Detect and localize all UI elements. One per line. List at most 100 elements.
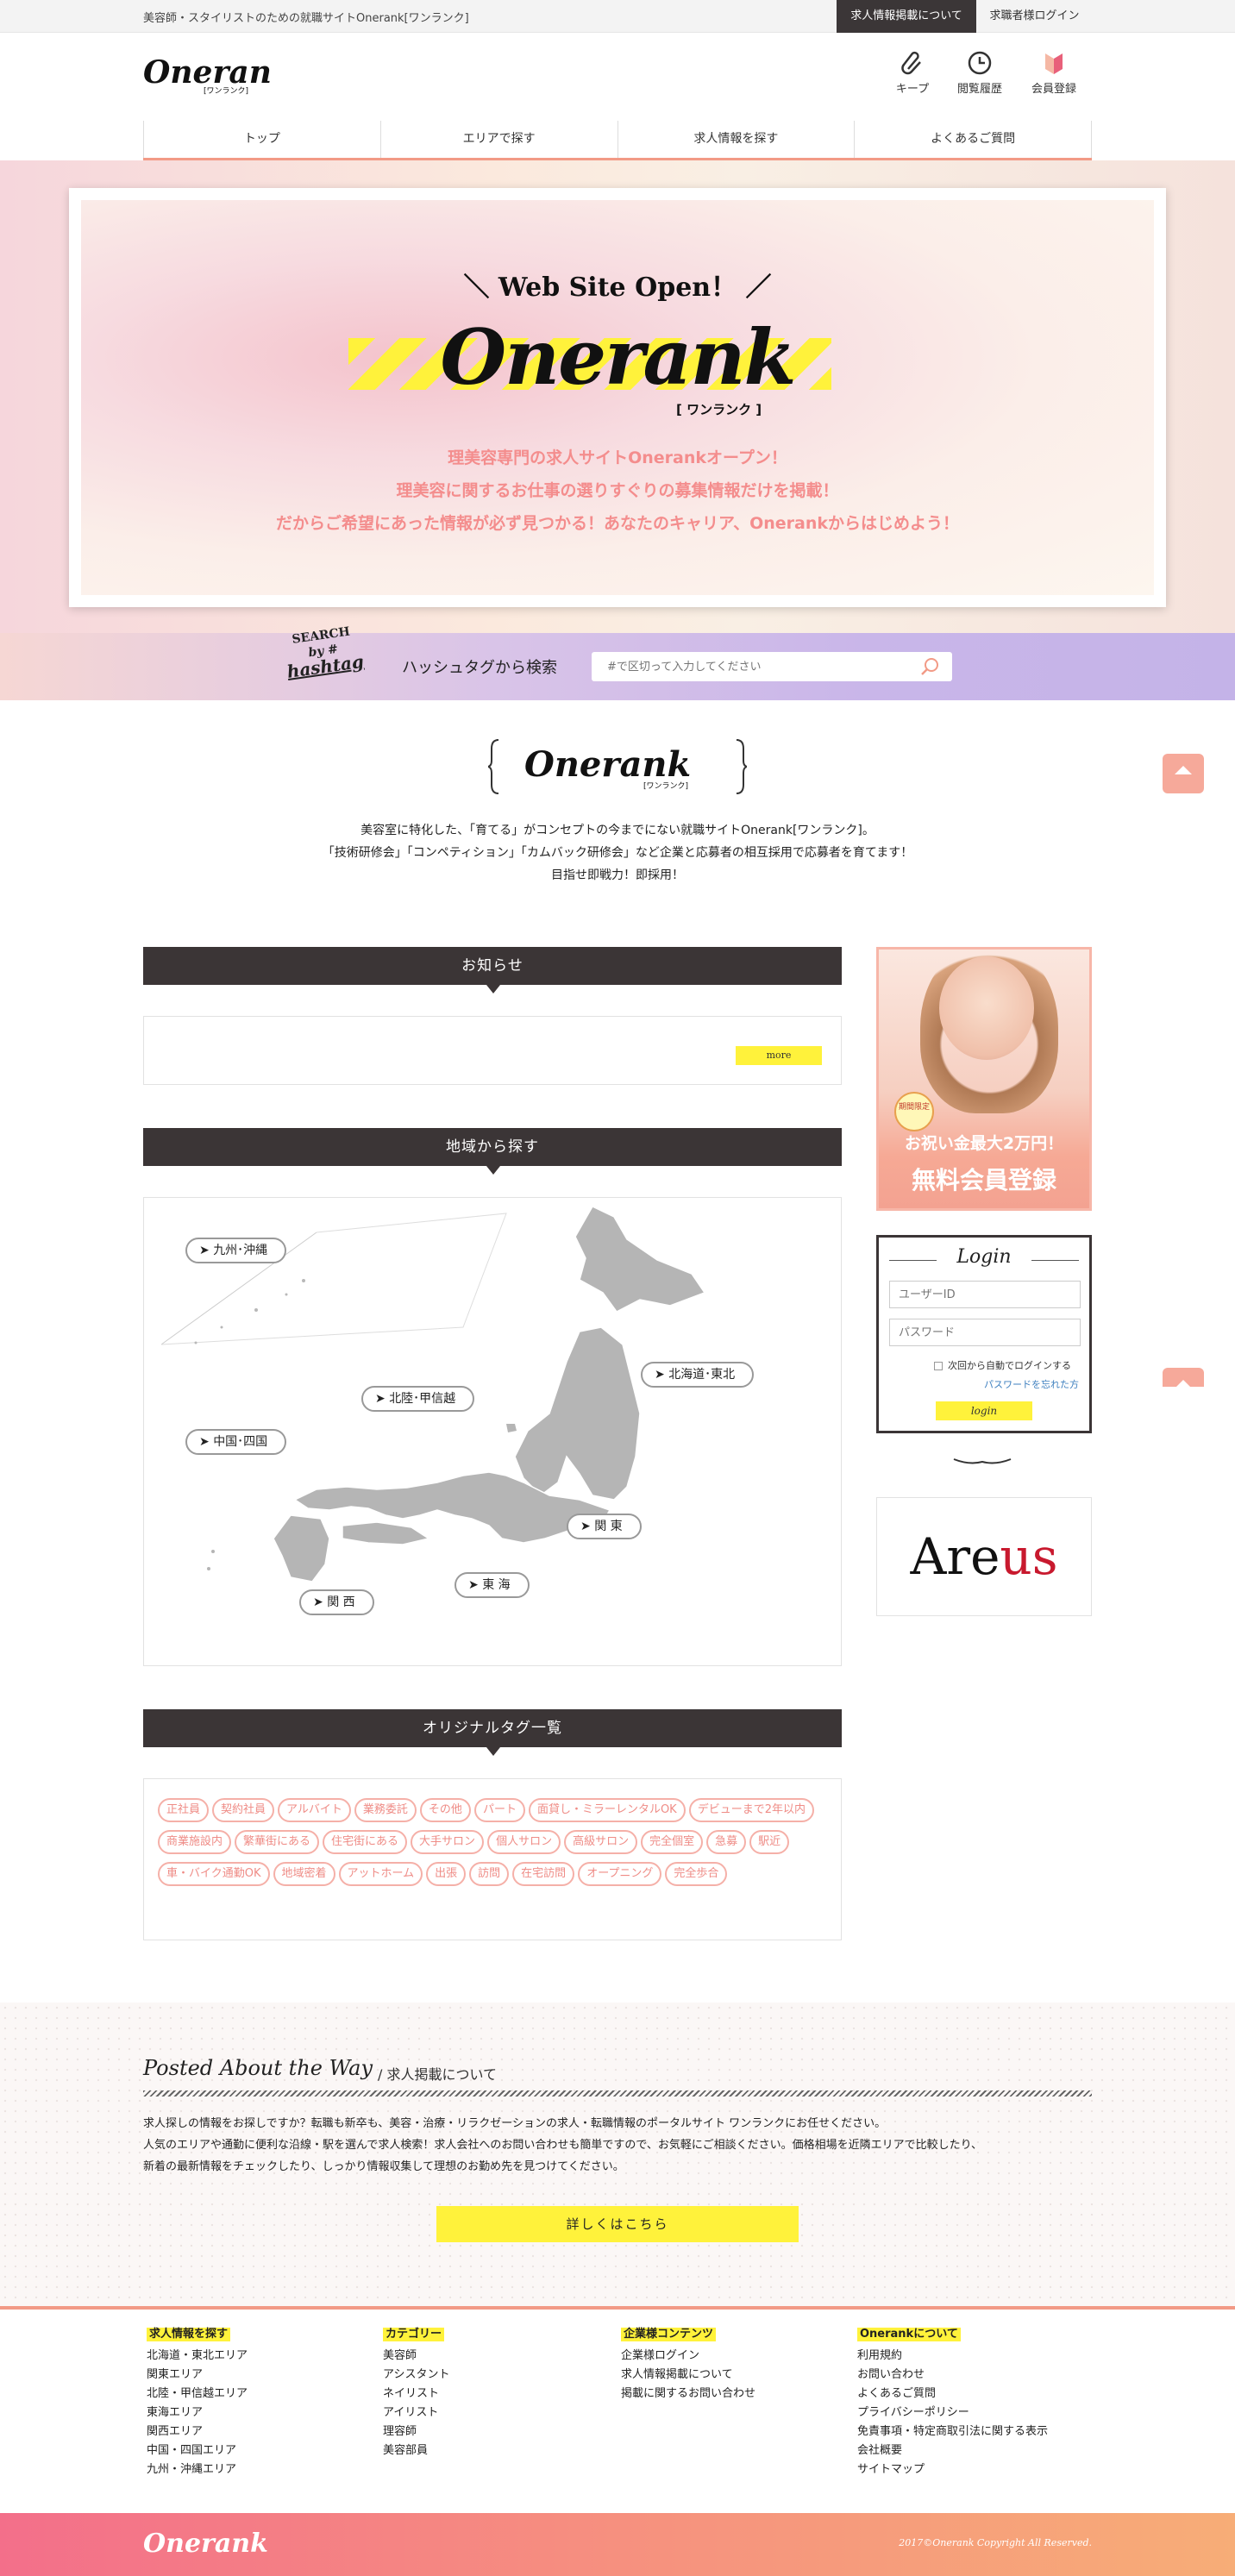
tags-heading: オリジナルタグ一覧 [143,1709,842,1756]
area-kyushu-okinawa[interactable]: ➤ 九州･沖縄 [185,1238,287,1263]
tag-chip[interactable]: 完全歩合 [665,1862,728,1886]
footer-link[interactable]: アイリスト [383,2404,449,2422]
footer-link[interactable]: 会社概要 [857,2441,1048,2460]
tag-chip[interactable]: 正社員 [158,1798,210,1822]
posted-details-button[interactable]: 詳しくはこちら [436,2206,799,2242]
tag-chip[interactable]: 大手サロン [411,1830,485,1854]
areus-banner[interactable]: Areus [876,1497,1092,1616]
hero-logo: Onerank [440,312,797,402]
footer-link[interactable]: ネイリスト [383,2385,449,2404]
top-bar: 美容師・スタイリストのための就職サイトOnerank[ワンランク] 求人情報掲載… [0,0,1235,33]
area-kanto[interactable]: ➤ 関 東 [567,1514,642,1539]
register-button[interactable]: 会員登録 [1028,50,1080,96]
footer-link[interactable]: 九州・沖縄エリア [147,2460,248,2479]
footer-link[interactable]: 東海エリア [147,2404,248,2422]
footer-link[interactable]: アシスタント [383,2366,449,2385]
footer-link[interactable]: 掲載に関するお問い合わせ [621,2385,755,2404]
clock-icon [968,51,992,75]
footer-link[interactable]: お問い合わせ [857,2366,1048,2385]
paperclip-icon [901,51,921,75]
footer-link[interactable]: 理容師 [383,2422,449,2441]
tag-chip[interactable]: アルバイト [278,1798,351,1822]
tag-chip[interactable]: 在宅訪問 [512,1862,575,1886]
area-hokkaido-tohoku[interactable]: ➤ 北海道･東北 [641,1362,755,1388]
copyright: 2017©Onerank Copyright All Reserved. [899,2537,1092,2548]
area-chugoku-shikoku[interactable]: ➤ 中国･四国 [185,1429,287,1455]
tag-chip[interactable]: 契約社員 [212,1798,275,1822]
area-tokai[interactable]: ➤ 東 海 [455,1572,530,1598]
register-label: 会員登録 [1031,83,1076,96]
user-id-input[interactable] [889,1281,1081,1308]
tag-chip[interactable]: その他 [419,1798,471,1822]
hashtag-search-input[interactable] [592,652,952,681]
tag-chip[interactable]: デビューまで2年以内 [688,1798,814,1822]
footer-link[interactable]: 求人情報掲載について [621,2366,755,2385]
footer-link[interactable]: プライバシーポリシー [857,2404,1048,2422]
nav-faq[interactable]: よくあるご質問 [854,121,1092,158]
banner-line-1: お祝い金最大2万円！ [904,1134,1064,1153]
login-title: Login [956,1246,1012,1268]
search-icon[interactable] [919,655,942,678]
login-button[interactable]: login [936,1401,1032,1420]
tag-chip[interactable]: 訪問 [469,1862,510,1886]
tag-chip[interactable]: アットホーム [338,1862,423,1886]
tag-chip[interactable]: 業務委託 [354,1798,417,1822]
hero-line-1: 理美容専門の求人サイトOnerankオープン！ [448,448,787,467]
footer-link[interactable]: よくあるご質問 [857,2385,1048,2404]
tag-chip[interactable]: 面貸し・ミラーレンタルOK [528,1798,686,1822]
floating-tab-button[interactable] [1163,1368,1204,1388]
tag-chip[interactable]: オープニング [578,1862,662,1886]
register-banner[interactable]: 期間限定 お祝い金最大2万円！ 無料会員登録 [876,947,1092,1211]
footer-link[interactable]: 美容師 [383,2347,449,2366]
tag-chip[interactable]: 住宅街にある [323,1830,408,1854]
tag-chip[interactable]: 急募 [706,1830,747,1854]
tag-chip[interactable]: 高級サロン [564,1830,638,1854]
hero-banner[interactable]: ＼ Web Site Open！ ／ Onerank [ ワンランク ] 理美容… [69,188,1166,607]
site-logo[interactable]: Onerank [ワンランク] [143,50,293,103]
tag-chip[interactable]: パート [473,1798,525,1822]
footer-link[interactable]: 関東エリア [147,2366,248,2385]
footer-link[interactable]: 北海道・東北エリア [147,2347,248,2366]
footer-link[interactable]: 関西エリア [147,2422,248,2441]
footer-logo[interactable]: Onerank [143,2529,268,2559]
svg-text:Onerank: Onerank [524,744,691,785]
footer-link[interactable]: 企業様ログイン [621,2347,755,2366]
jobseeker-login-link[interactable]: 求職者様ログイン [976,0,1093,33]
remember-checkbox[interactable]: 次回から自動でログインする [934,1358,1071,1372]
area-chugoku-shikoku-label: 中国･四国 [213,1435,268,1449]
nav-jobs[interactable]: 求人情報を探す [617,121,855,158]
tag-chip[interactable]: 商業施設内 [158,1830,232,1854]
tag-chip[interactable]: 地域密着 [273,1862,335,1886]
tag-chip[interactable]: 完全個室 [641,1830,704,1854]
nav-area[interactable]: エリアで探す [379,121,618,158]
tag-chip[interactable]: 出張 [426,1862,467,1886]
footer-link[interactable]: 美容部員 [383,2441,449,2460]
posting-info-link[interactable]: 求人情報掲載について [837,0,976,33]
tag-chip[interactable]: 駅近 [749,1830,790,1854]
history-button[interactable]: 閲覧履歴 [954,50,1006,96]
area-kansai[interactable]: ➤ 関 西 [299,1589,374,1615]
login-rule-right [1031,1260,1079,1261]
keep-button[interactable]: キープ [887,50,938,96]
tag-chip[interactable]: 個人サロン [487,1830,561,1854]
footer-divider [0,2306,1235,2310]
intro-logo-subtitle: [ワンランク] [643,782,689,791]
footer-col-title: 求人情報を探す [147,2328,231,2341]
footer-col-company: 企業様コンテンツ 企業様ログイン 求人情報掲載について 掲載に関するお問い合わせ [621,2325,755,2404]
posted-subtitle: / 求人掲載について [378,2066,497,2083]
nav-top[interactable]: トップ [143,121,380,158]
forgot-password-link[interactable]: パスワードを忘れた方 [984,1377,1079,1391]
page-top-button[interactable] [1163,754,1204,793]
posted-line-2: 人気のエリアや通勤に便利な沿線・駅を選んで求人検索！求人会社へのお問い合わせも簡… [143,2139,983,2152]
footer-link[interactable]: 利用規約 [857,2347,1048,2366]
footer-link[interactable]: 中国・四国エリア [147,2441,248,2460]
password-input[interactable] [889,1319,1081,1346]
news-more-button[interactable]: more [736,1046,822,1065]
footer-link[interactable]: 北陸・甲信越エリア [147,2385,248,2404]
footer-link[interactable]: 免責事項・特定商取引法に関する表示 [857,2422,1048,2441]
footer-link[interactable]: サイトマップ [857,2460,1048,2479]
hero-line-3: だからご希望にあった情報が必ず見つかる！あなたのキャリア、Onerankからはじ… [275,514,960,533]
area-hokuriku-koshinetsu[interactable]: ➤ 北陸･甲信越 [361,1386,475,1412]
tag-chip[interactable]: 繁華街にある [235,1830,320,1854]
tag-chip[interactable]: 車・バイク通勤OK [158,1862,270,1886]
